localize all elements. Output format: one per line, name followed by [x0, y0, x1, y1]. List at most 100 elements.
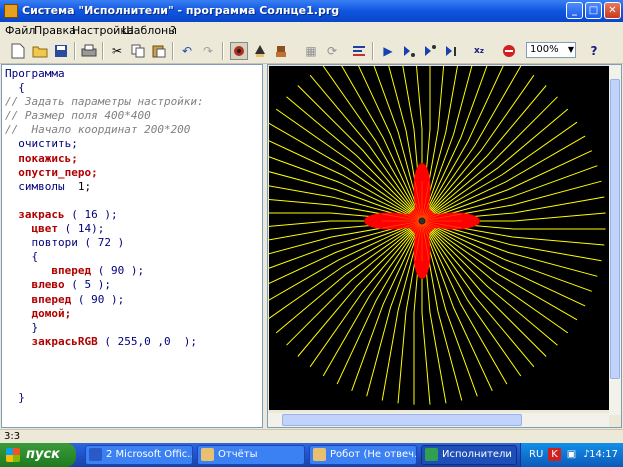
code-token: ( 5 );	[64, 278, 111, 292]
refresh-icon[interactable]: ⟳	[323, 42, 341, 60]
task-label: Исполнители	[442, 449, 512, 460]
task-folder[interactable]: Отчёты	[197, 445, 305, 465]
code-token: покажись;	[5, 151, 78, 165]
zoom-select[interactable]: 100% ▼	[526, 42, 576, 58]
code-line[interactable]: вперед ( 90 );	[5, 264, 204, 278]
turtle-executor-icon[interactable]	[230, 42, 248, 60]
sun-ray	[421, 74, 535, 222]
robot-executor-icon[interactable]	[272, 42, 290, 60]
vertical-scroll-thumb[interactable]	[610, 79, 620, 379]
step-into-icon[interactable]	[400, 42, 418, 60]
code-token: вперед	[5, 264, 92, 278]
window-title: Система "Исполнители" - программа Солнце…	[22, 4, 340, 17]
code-line[interactable]	[5, 194, 204, 208]
code-token: опусти_перо;	[5, 165, 98, 179]
turtle-marker	[418, 217, 426, 225]
window-titlebar[interactable]: Система "Исполнители" - программа Солнце…	[0, 0, 623, 22]
start-button[interactable]: пуск	[0, 443, 76, 467]
code-line[interactable]	[5, 377, 204, 391]
run-icon[interactable]: ▶	[379, 42, 397, 60]
maximize-button[interactable]: □	[585, 2, 602, 19]
code-line[interactable]: {	[5, 81, 204, 95]
task-label: Робот (Не отвеч...	[330, 449, 417, 460]
app-icon	[425, 448, 438, 461]
code-line[interactable]: закрасьRGB ( 255,0 ,0 );	[5, 335, 204, 349]
horizontal-scrollbar[interactable]	[268, 413, 609, 427]
code-line[interactable]: влево ( 5 );	[5, 278, 204, 292]
stop-icon[interactable]	[500, 42, 518, 60]
minimize-button[interactable]: _	[566, 2, 583, 19]
code-token: ( 90 );	[71, 292, 125, 306]
grid-icon[interactable]: ▦	[302, 42, 320, 60]
menu-templates[interactable]: Шаблоны	[122, 24, 177, 37]
help-icon[interactable]: ?	[585, 42, 603, 60]
code-line[interactable]: закрась ( 16 );	[5, 208, 204, 222]
sun-ray	[421, 220, 592, 292]
code-token: закрасьRGB	[5, 334, 98, 348]
code-line[interactable]: }	[5, 321, 204, 335]
code-line[interactable]: Программа	[5, 67, 204, 81]
undo-icon[interactable]: ↶	[178, 42, 196, 60]
code-line[interactable]: }	[5, 391, 204, 405]
open-folder-icon[interactable]	[31, 42, 49, 60]
antivirus-icon[interactable]: K	[548, 448, 561, 461]
print-icon[interactable]	[80, 42, 98, 60]
menu-help[interactable]: ?	[170, 24, 176, 37]
step-over-icon[interactable]	[421, 42, 439, 60]
code-line[interactable]: вперед ( 90 );	[5, 293, 204, 307]
code-token: домой;	[5, 306, 72, 320]
task-robot[interactable]: Робот (Не отвеч...	[309, 445, 417, 465]
sun-rays	[238, 37, 606, 405]
code-line[interactable]: символы 1;	[5, 180, 204, 194]
text-format-icon[interactable]	[350, 42, 368, 60]
vertical-scrollbar[interactable]	[609, 65, 621, 415]
code-line[interactable]	[5, 363, 204, 377]
language-indicator[interactable]: RU	[529, 449, 543, 460]
sun-ray	[421, 220, 569, 334]
code-line[interactable]: опусти_перо;	[5, 166, 204, 180]
sun-ray	[421, 165, 598, 222]
code-token: цвет	[5, 222, 58, 236]
menubar: Файл Правка Настройка Шаблоны ?	[0, 22, 623, 39]
menu-file[interactable]: Файл	[5, 24, 35, 37]
code-line[interactable]: домой;	[5, 307, 204, 321]
variables-icon[interactable]: xz	[470, 42, 488, 60]
code-editor[interactable]: Программа {// Задать параметры настройки…	[1, 64, 263, 428]
save-icon[interactable]	[52, 42, 70, 60]
statusbar: 3:3	[0, 429, 623, 444]
new-file-icon[interactable]	[9, 42, 27, 60]
task-executors[interactable]: Исполнители	[421, 445, 517, 465]
menu-edit[interactable]: Правка	[34, 24, 76, 37]
code-token: символы	[5, 179, 65, 193]
copy-icon[interactable]	[129, 42, 147, 60]
code-line[interactable]: // Начало координат 200*200	[5, 123, 204, 137]
step-out-icon[interactable]	[442, 42, 460, 60]
code-line[interactable]: повтори ( 72 )	[5, 236, 204, 250]
sun-ray	[421, 108, 569, 222]
code-token: 1;	[64, 179, 92, 193]
task-word[interactable]: 2 Microsoft Offic...	[85, 445, 193, 465]
code-token: ( 255,0 ,0 );	[97, 334, 198, 348]
code-text[interactable]: Программа {// Задать параметры настройки…	[5, 67, 204, 405]
start-label: пуск	[26, 447, 60, 462]
code-token: {	[5, 250, 39, 264]
cut-icon[interactable]: ✂	[108, 42, 126, 60]
code-token: // Задать параметры настройки:	[5, 95, 204, 109]
network-icon[interactable]: ▣	[565, 448, 578, 461]
sun-ray	[275, 108, 423, 222]
code-line[interactable]: покажись;	[5, 152, 204, 166]
code-line[interactable]: // Размер поля 400*400	[5, 109, 204, 123]
wizard-icon[interactable]	[251, 42, 269, 60]
redo-icon[interactable]: ↷	[199, 42, 217, 60]
close-button[interactable]: ✕	[604, 2, 621, 19]
code-line[interactable]: очистить;	[5, 137, 204, 151]
code-line[interactable]: {	[5, 250, 204, 264]
paste-icon[interactable]	[150, 42, 168, 60]
sun-ray	[309, 220, 423, 368]
code-line[interactable]: цвет ( 14);	[5, 222, 204, 236]
code-line[interactable]: // Задать параметры настройки:	[5, 95, 204, 109]
sun-ray	[275, 220, 423, 334]
sun-ray	[421, 220, 478, 397]
horizontal-scroll-thumb[interactable]	[282, 414, 522, 426]
code-line[interactable]	[5, 349, 204, 363]
